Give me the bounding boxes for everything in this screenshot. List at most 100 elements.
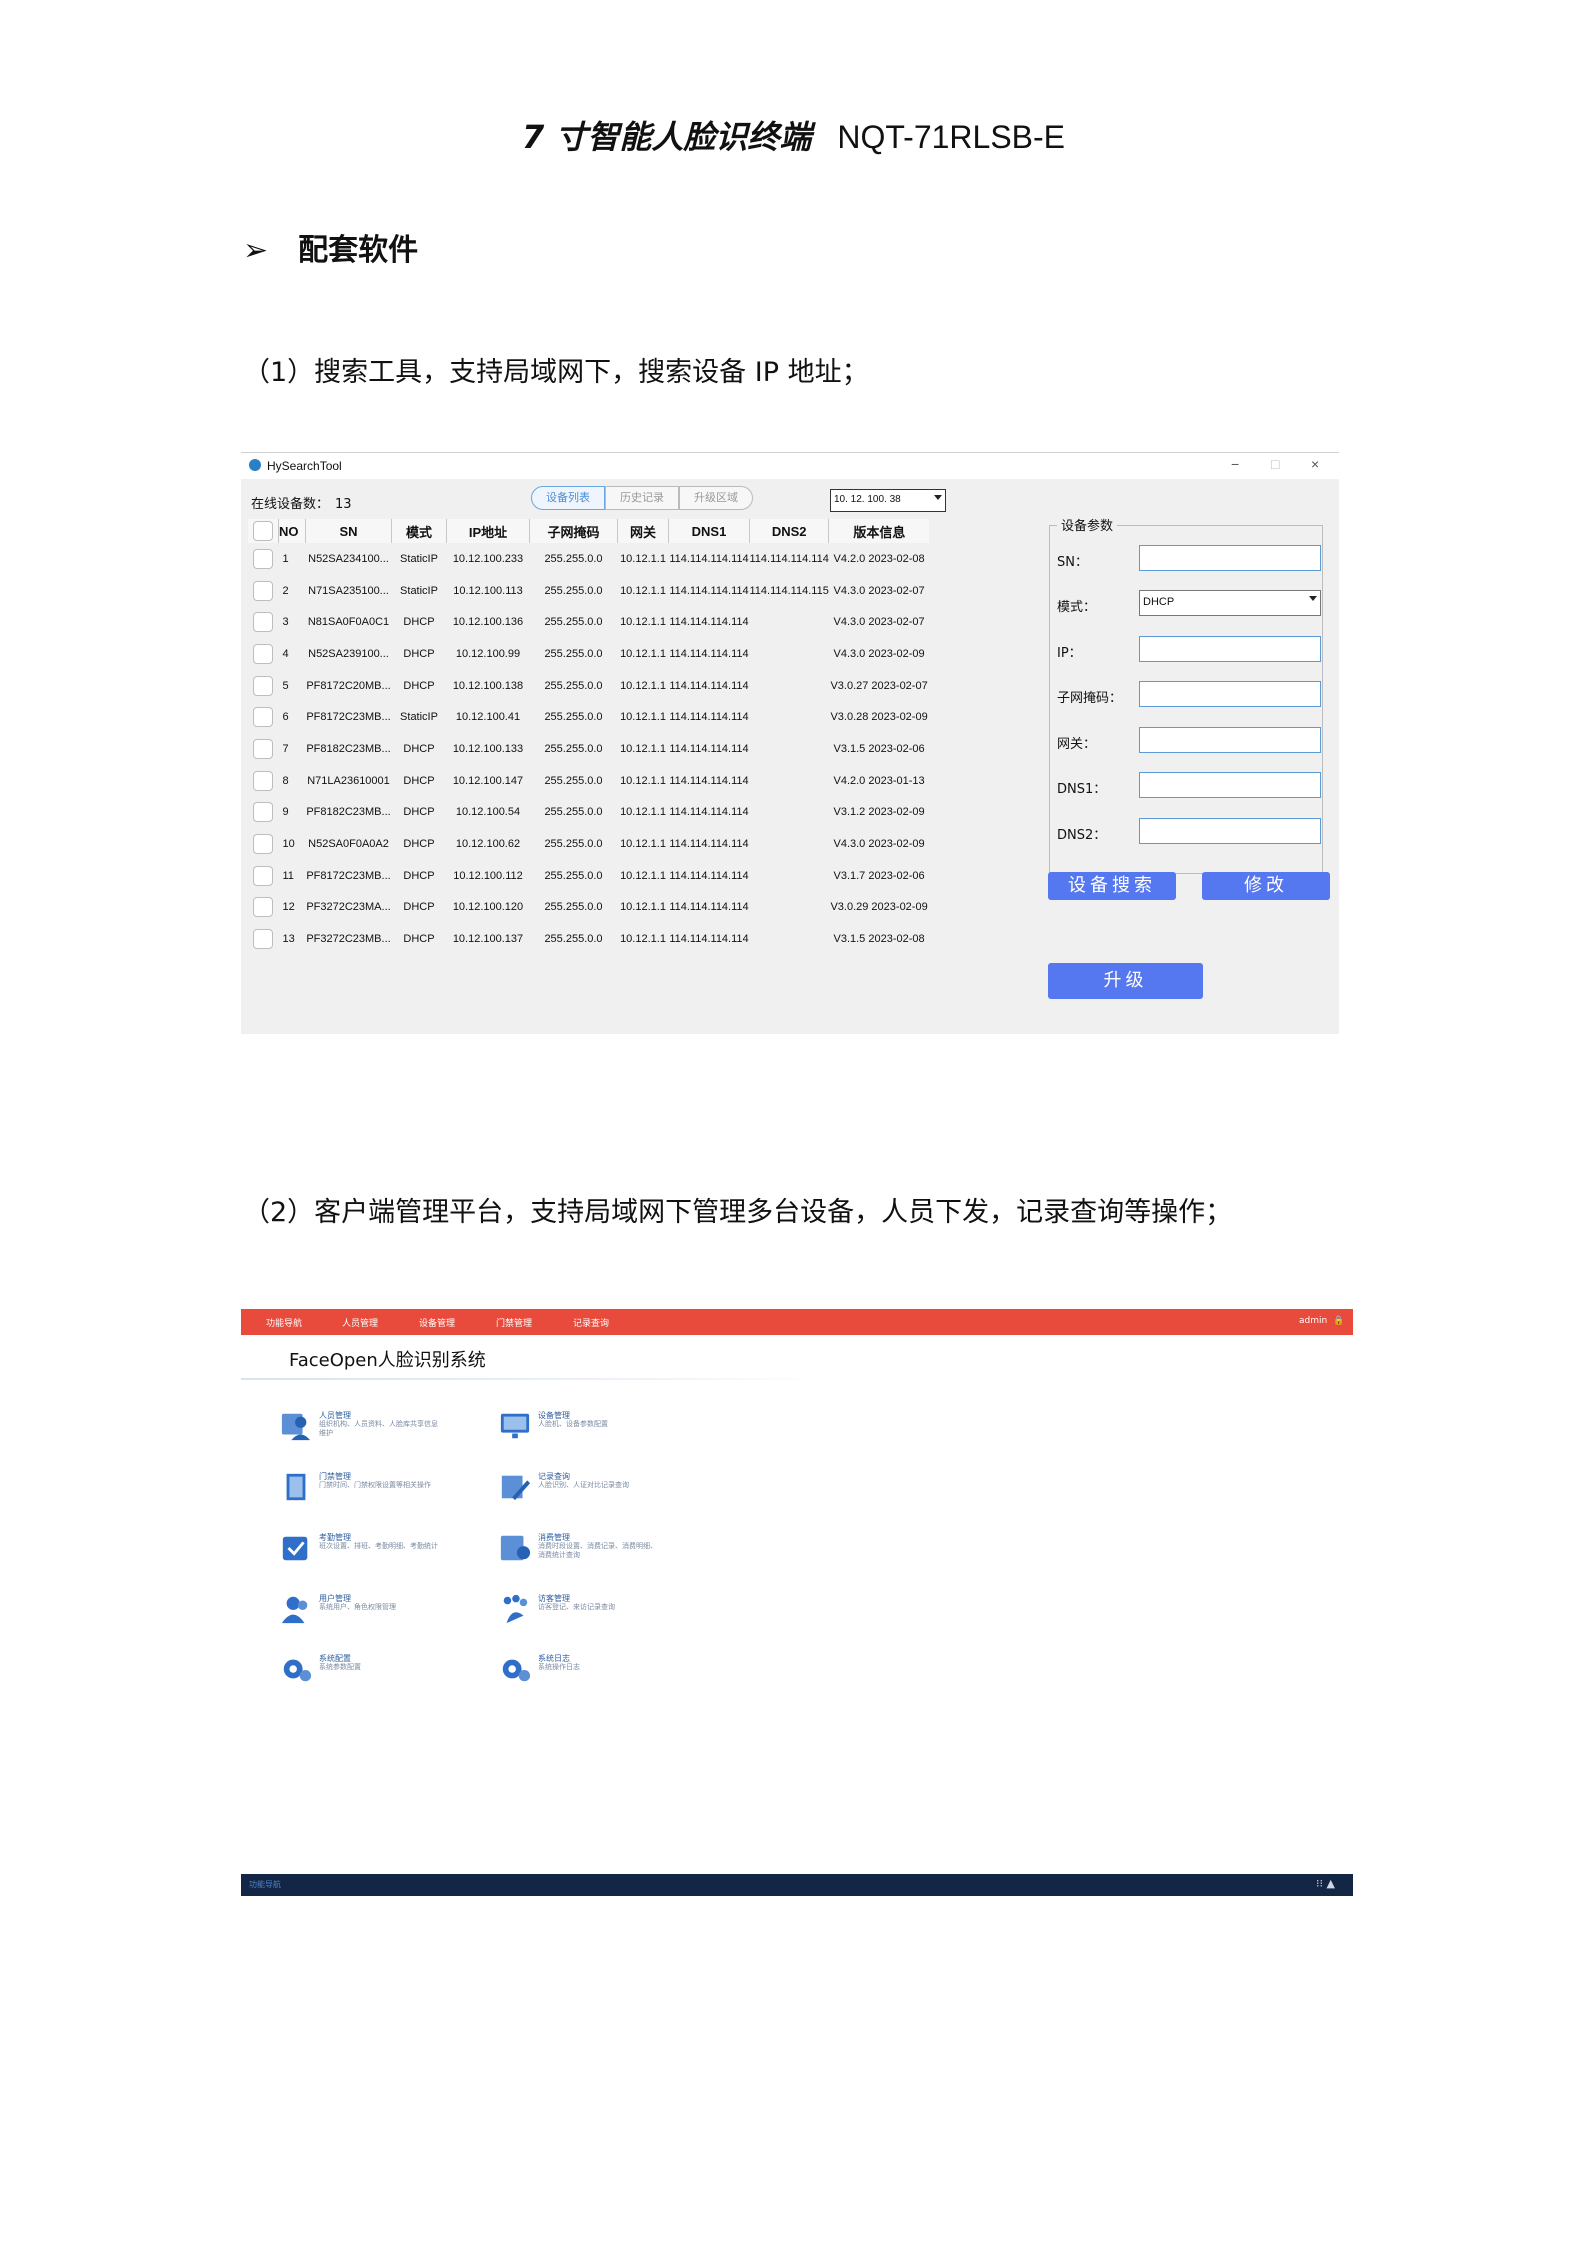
dns1-field[interactable] — [1139, 772, 1321, 798]
table-row[interactable]: 1 N52SA234100... StaticIP 10.12.100.233 255.… — [248, 543, 929, 575]
cell-gw: 10.12.1.1 — [620, 774, 666, 787]
table-row[interactable]: 6 PF8172C23MB... StaticIP 10.12.100.41 255.2… — [248, 701, 929, 733]
nav-item-records[interactable]: 记录查询 — [573, 1316, 609, 1329]
module-description: 门禁时间、门禁权限设置等相关操作 — [319, 1481, 431, 1489]
module-description: 系统操作日志 — [538, 1663, 580, 1671]
current-user[interactable]: admin — [1299, 1316, 1327, 1326]
cell-mode: DHCP — [403, 869, 435, 882]
table-row[interactable]: 3 N81SA0F0A0C1 DHCP 10.12.100.136 255.255.0.… — [248, 606, 929, 638]
cell-dns1: 114.114.114.114 — [669, 806, 749, 819]
close-button[interactable]: × — [1311, 456, 1319, 472]
cell-dns1: 114.114.114.114 — [669, 584, 749, 597]
nav-item-access[interactable]: 门禁管理 — [496, 1316, 532, 1329]
device-search-button[interactable]: 设备搜索 — [1048, 872, 1176, 900]
module-description: 人脸机、设备参数配置 — [538, 1420, 608, 1428]
cell-ip: 10.12.100.120 — [452, 901, 524, 914]
upgrade-button[interactable]: 升级 — [1048, 963, 1203, 999]
minimize-button[interactable]: − — [1231, 456, 1239, 472]
bottom-nav-label[interactable]: 功能导航 — [249, 1879, 281, 1890]
mode-select[interactable]: DHCP — [1139, 590, 1321, 616]
users-icon — [281, 1596, 308, 1624]
row-checkbox[interactable] — [253, 802, 274, 823]
table-row[interactable]: 2 N71SA235100... StaticIP 10.12.100.113 255.… — [248, 575, 929, 607]
row-checkbox[interactable] — [253, 770, 274, 791]
tab-bar: 设备列表 历史记录 升级区域 — [531, 486, 753, 510]
row-checkbox[interactable] — [253, 675, 274, 696]
row-checkbox[interactable] — [253, 580, 274, 601]
cell-sn: N81SA0F0A0C1 — [307, 616, 390, 629]
tab-upgrade-area[interactable]: 升级区域 — [679, 486, 753, 510]
consume-icon — [500, 1535, 531, 1561]
row-checkbox[interactable] — [253, 548, 274, 569]
section-title: 配套软件 — [298, 233, 419, 268]
col-header: DNS2 — [749, 519, 830, 543]
ip-field[interactable] — [1139, 636, 1321, 662]
gateway-label: 网关： — [1057, 737, 1097, 752]
module-description: 消费时段设置、消费记录、消费明细、消费统计查询 — [538, 1542, 657, 1559]
module-description: 组织机构、人员资料、人脸库共享信息维护 — [319, 1420, 438, 1437]
cell-mode: StaticIP — [400, 552, 438, 565]
lock-icon[interactable]: 🔒 — [1333, 1316, 1344, 1326]
cell-dns2 — [750, 606, 829, 638]
cell-sn: PF3272C23MA... — [306, 901, 391, 914]
table-row[interactable]: 11 PF8172C23MB... DHCP 10.12.100.112 255.255… — [248, 860, 929, 892]
nav-item-device[interactable]: 设备管理 — [419, 1316, 455, 1329]
tab-device-list[interactable]: 设备列表 — [531, 486, 605, 510]
paragraph-platform: （2）客户端管理平台，支持局域网下管理多台设备，人员下发，记录查询等操作； — [243, 1197, 1233, 1228]
row-checkbox[interactable] — [253, 897, 274, 918]
row-checkbox[interactable] — [253, 738, 274, 759]
bottom-controls[interactable]: ⁝⁝ ▲ — [1316, 1877, 1335, 1890]
cell-mask: 255.255.0.0 — [544, 711, 603, 724]
gear-icon — [283, 1659, 312, 1682]
cell-mask: 255.255.0.0 — [544, 933, 603, 946]
nav-item-personnel[interactable]: 人员管理 — [342, 1316, 378, 1329]
cell-mask: 255.255.0.0 — [544, 774, 603, 787]
maximize-button[interactable]: □ — [1271, 456, 1279, 472]
modify-button[interactable]: 修改 — [1202, 872, 1330, 900]
col-header: DNS1 — [668, 519, 750, 543]
table-row[interactable]: 5 PF8172C20MB... DHCP 10.12.100.138 255.255.… — [248, 670, 929, 702]
mask-field[interactable] — [1139, 681, 1321, 707]
cell-dns2 — [750, 860, 829, 892]
table-row[interactable]: 4 N52SA239100... DHCP 10.12.100.99 255.255.0… — [248, 638, 929, 670]
mode-label: 模式： — [1057, 600, 1097, 615]
ip-select[interactable]: 10. 12. 100. 38 — [830, 489, 946, 512]
select-all-checkbox[interactable] — [253, 521, 273, 541]
cell-gw: 10.12.1.1 — [620, 584, 666, 597]
document-title: 7 寸智能人脸识终端 NQT-71RLSB-E — [0, 112, 1587, 158]
app-name: HySearchTool — [267, 459, 342, 473]
cell-no: 4 — [282, 647, 289, 660]
table-row[interactable]: 8 N71LA23610001 DHCP 10.12.100.147 255.255.0… — [248, 765, 929, 797]
dns2-field[interactable] — [1139, 818, 1321, 844]
cell-mask: 255.255.0.0 — [544, 869, 603, 882]
cell-ip: 10.12.100.233 — [452, 552, 524, 565]
tab-history[interactable]: 历史记录 — [605, 486, 679, 510]
row-select-cell — [248, 860, 279, 892]
door-icon — [286, 1473, 306, 1501]
cell-ip: 10.12.100.112 — [453, 869, 523, 882]
table-row[interactable]: 12 PF3272C23MA... DHCP 10.12.100.120 255.255… — [248, 892, 929, 924]
chevron-down-icon — [934, 495, 942, 500]
cell-mask: 255.255.0.0 — [544, 679, 603, 692]
row-checkbox[interactable] — [253, 707, 274, 728]
gateway-field[interactable] — [1139, 727, 1321, 753]
ip-select-value: 10. 12. 100. 38 — [834, 494, 901, 505]
params-title: 设备参数 — [1057, 515, 1118, 534]
cell-sn: PF8172C20MB... — [306, 679, 391, 692]
table-row[interactable]: 10 N52SA0F0A0A2 DHCP 10.12.100.62 255.255.0.… — [248, 828, 929, 860]
nav-item-function-nav[interactable]: 功能导航 — [266, 1316, 302, 1329]
row-checkbox[interactable] — [253, 643, 274, 664]
col-header: 网关 — [617, 519, 669, 543]
row-checkbox[interactable] — [253, 929, 274, 950]
row-checkbox[interactable] — [253, 865, 274, 886]
sn-field[interactable] — [1139, 545, 1321, 571]
row-checkbox[interactable] — [253, 834, 274, 855]
cell-sn: N52SA239100... — [308, 647, 389, 660]
table-row[interactable]: 13 PF3272C23MB... DHCP 10.12.100.137 255.255… — [248, 923, 929, 955]
row-select-cell — [248, 701, 279, 733]
cell-sn: N52SA0F0A0A2 — [308, 838, 389, 851]
row-checkbox[interactable] — [253, 612, 274, 633]
row-select-cell — [248, 606, 279, 638]
table-row[interactable]: 7 PF8182C23MB... DHCP 10.12.100.133 255.255.… — [248, 733, 929, 765]
table-row[interactable]: 9 PF8182C23MB... DHCP 10.12.100.54 255.255.0… — [248, 797, 929, 829]
